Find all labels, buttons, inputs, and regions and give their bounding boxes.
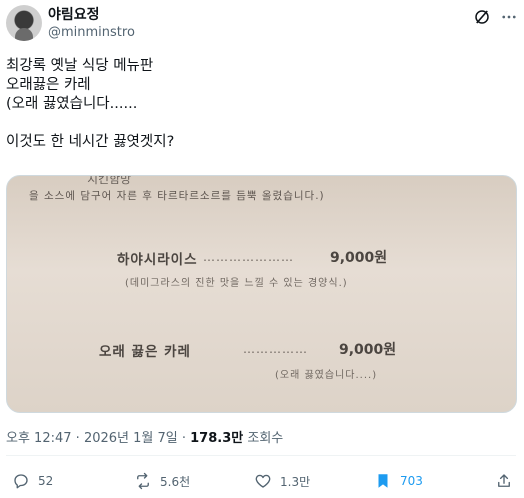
like-button[interactable]: 1.3만: [254, 466, 310, 496]
reply-count: 52: [38, 474, 54, 488]
tweet-line: [6, 114, 506, 133]
share-button[interactable]: [495, 466, 521, 496]
divider: [6, 455, 516, 456]
like-count: 1.3만: [280, 474, 311, 489]
views-label: 조회수: [247, 431, 284, 446]
heart-icon: [255, 474, 271, 488]
menu-item-name: 하야시라이스: [117, 252, 198, 268]
tweet-image[interactable]: 치킨함방 을 소스에 담구어 자른 후 타르타르소르를 듬뿍 올렸습니다.) 하…: [6, 175, 517, 413]
menu-item-price: 9,000원: [339, 342, 397, 358]
tweet-line: 오래끓은 카레: [6, 77, 91, 93]
menu-top-text: 치킨함방: [87, 175, 132, 186]
repost-icon: [137, 472, 149, 490]
menu-item-price: 9,000원: [330, 250, 388, 266]
menu-sauce-note: 을 소스에 담구어 자른 후 타르타르소르를 듬뿍 올렸습니다.): [29, 190, 325, 202]
tweet-header: 야림요정 @minminstro: [0, 0, 524, 44]
menu-leader-dots: ……………: [243, 342, 308, 356]
tweet-date[interactable]: 2026년 1월 7일: [84, 431, 178, 446]
more-icon[interactable]: [500, 8, 518, 26]
bookmark-count: 703: [400, 474, 423, 488]
menu-item-name: 오래 끓은 카레: [99, 344, 191, 360]
tweet-line: 이것도 한 네시간 끓엿겟지?: [6, 134, 175, 150]
action-bar: 52 5.6천 1.3만 703: [0, 466, 524, 496]
tweet-line: 최강록 옛날 식당 메뉴판: [6, 58, 154, 74]
menu-item-desc: (오래 끓였습니다....): [275, 370, 378, 381]
grok-icon[interactable]: [473, 8, 491, 26]
menu-item-desc: (데미그라스의 진한 맛을 느낄 수 있는 경양식.): [125, 278, 348, 289]
tweet-text: 최강록 옛날 식당 메뉴판 오래끓은 카레 (오래 끓였습니다...... 이것…: [6, 57, 506, 152]
repost-count: 5.6천: [160, 474, 191, 489]
tweet-meta: 오후 12:47 · 2026년 1월 7일 · 178.3만 조회수: [6, 431, 284, 446]
reply-button[interactable]: 52: [12, 466, 53, 496]
avatar[interactable]: [6, 5, 42, 41]
share-icon: [498, 474, 510, 487]
tweet-time[interactable]: 오후 12:47: [6, 431, 72, 446]
bookmark-button[interactable]: 703: [374, 466, 423, 496]
repost-button[interactable]: 5.6천: [134, 466, 190, 496]
display-name[interactable]: 야림요정: [48, 6, 100, 24]
menu-leader-dots: …………………: [203, 250, 294, 264]
user-handle[interactable]: @minminstro: [48, 25, 135, 41]
bookmark-icon: [378, 474, 388, 488]
views-count: 178.3만: [190, 431, 244, 446]
reply-icon: [14, 474, 28, 489]
tweet-line: (오래 끓였습니다......: [6, 96, 138, 112]
